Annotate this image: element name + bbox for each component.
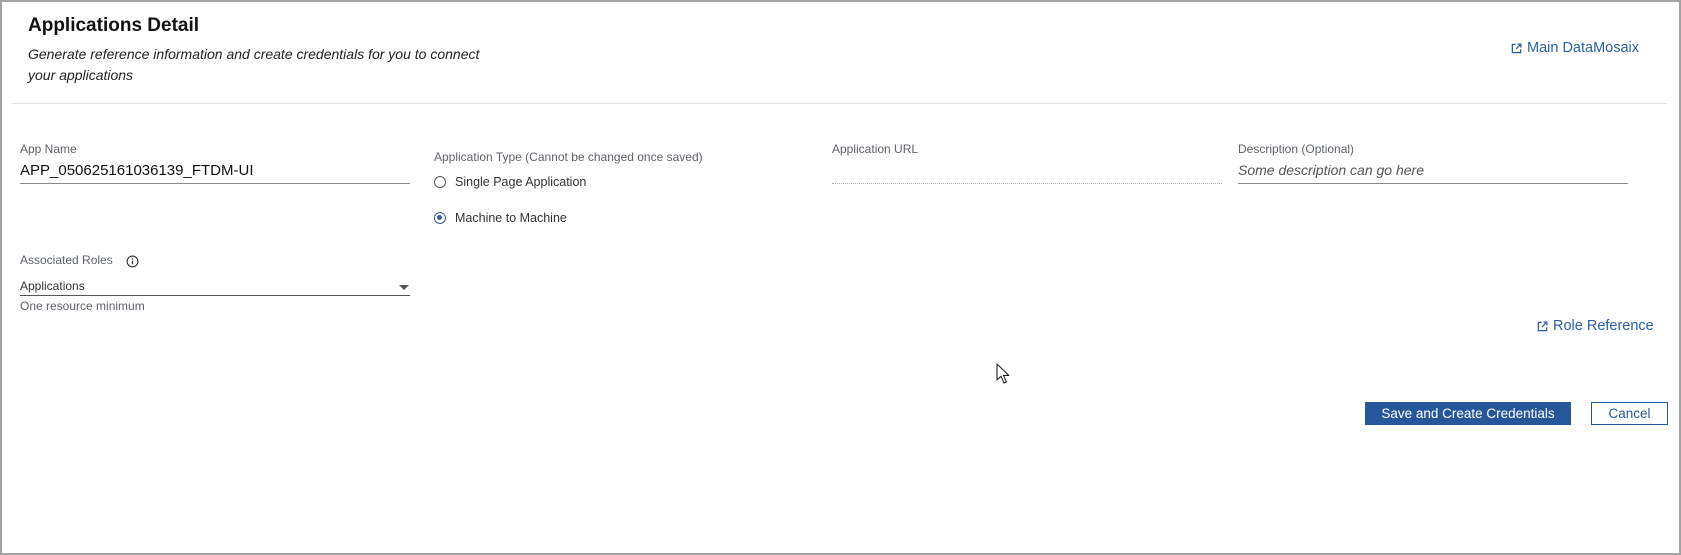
radio-button-selected[interactable] (434, 212, 446, 224)
radio-single-page-application[interactable]: Single Page Application (434, 175, 586, 189)
main-datamosaix-link-label: Main DataMosaix (1526, 40, 1639, 56)
app-name-input[interactable] (20, 157, 410, 184)
dropdown-arrow-icon (399, 285, 409, 290)
mouse-pointer-icon (996, 363, 1010, 384)
save-and-create-credentials-button[interactable]: Save and Create Credentials (1365, 402, 1571, 425)
external-link-icon (1511, 42, 1522, 53)
page-title: Applications Detail (28, 15, 200, 36)
page-header: Applications Detail Generate reference i… (12, 2, 1667, 104)
page-subtitle: Generate reference information and creat… (28, 46, 480, 83)
main-datamosaix-link[interactable]: Main DataMosaix (1511, 40, 1639, 56)
description-label: Description (Optional) (1238, 142, 1355, 156)
radio-label: Single Page Application (455, 175, 587, 189)
associated-roles-selected-value: Applications (20, 279, 85, 293)
radio-machine-to-machine[interactable]: Machine to Machine (434, 211, 567, 225)
info-icon[interactable] (126, 255, 139, 268)
external-link-icon (1537, 320, 1548, 331)
application-type-label: Application Type (Cannot be changed once… (434, 150, 703, 164)
role-reference-link-label: Role Reference (1553, 318, 1654, 334)
app-name-label: App Name (20, 142, 77, 156)
cancel-button[interactable]: Cancel (1591, 402, 1668, 425)
radio-label: Machine to Machine (455, 211, 567, 225)
description-input[interactable] (1238, 157, 1628, 184)
app-frame: Applications Detail Generate reference i… (0, 0, 1681, 555)
associated-roles-helper-text: One resource minimum (20, 299, 145, 313)
radio-button[interactable] (434, 176, 446, 188)
application-url-input[interactable] (832, 157, 1222, 184)
associated-roles-select[interactable]: Applications (20, 278, 410, 296)
application-url-label: Application URL (832, 142, 919, 156)
role-reference-link[interactable]: Role Reference (1537, 318, 1654, 334)
associated-roles-label: Associated Roles (20, 253, 113, 267)
